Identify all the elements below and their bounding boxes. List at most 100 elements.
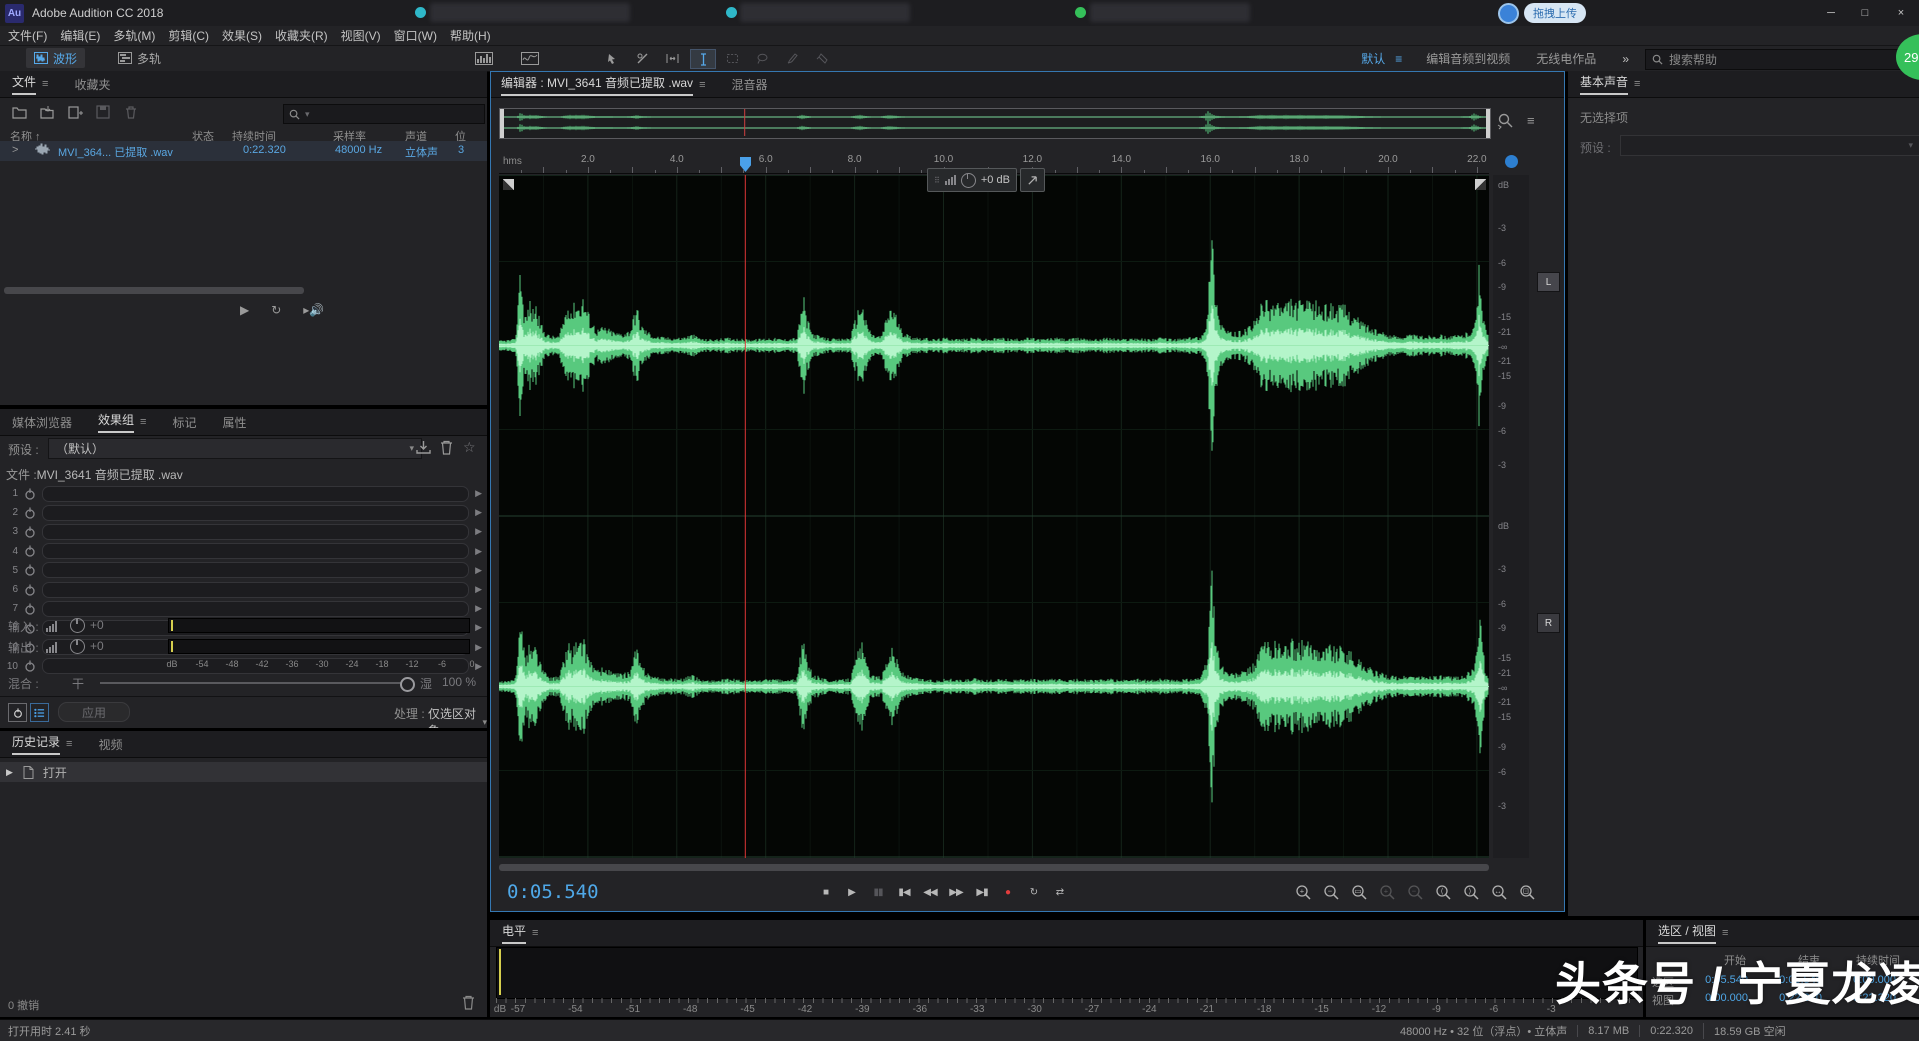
- workspace-current[interactable]: 默认: [1361, 50, 1385, 67]
- effect-slot-well[interactable]: [42, 486, 469, 502]
- waveform-scrollbar[interactable]: [499, 864, 1489, 871]
- tab-video[interactable]: 视频: [98, 736, 122, 753]
- effect-slot-well[interactable]: [42, 524, 469, 540]
- record-button[interactable]: ●: [995, 882, 1021, 902]
- files-horizontal-scrollbar[interactable]: [4, 287, 304, 294]
- panel-menu-icon[interactable]: ≡: [699, 79, 705, 91]
- zoom-full-icon[interactable]: ⊡: [1515, 882, 1540, 902]
- panel-menu-icon[interactable]: ≡: [1634, 78, 1640, 90]
- tab-markers[interactable]: 标记: [172, 414, 196, 431]
- favorite-star-icon[interactable]: ☆: [463, 439, 476, 456]
- effect-slot-well[interactable]: [42, 582, 469, 598]
- effect-slot-arrow[interactable]: ▶: [475, 488, 482, 499]
- spectral-frequency-icon[interactable]: [472, 49, 496, 67]
- navigator-right-handle[interactable]: [1486, 109, 1490, 138]
- time-display[interactable]: 0:05.540: [507, 881, 599, 903]
- tab-favorites[interactable]: 收藏夹: [74, 76, 110, 93]
- effect-slot-well[interactable]: [42, 543, 469, 559]
- volume-hud[interactable]: ⠿ +0 dB: [927, 168, 1045, 192]
- new-content-icon[interactable]: [68, 105, 85, 121]
- fade-out-handle[interactable]: [1475, 179, 1486, 190]
- zoom-selection-width-icon[interactable]: ↔: [1487, 882, 1512, 902]
- output-gain-knob[interactable]: [70, 639, 85, 654]
- drag-upload-button[interactable]: 拖拽上传: [1498, 3, 1586, 23]
- es-preset-dropdown[interactable]: ▾: [1620, 135, 1919, 156]
- paintbrush-selection-tool-icon[interactable]: [780, 49, 804, 67]
- move-tool-icon[interactable]: [600, 49, 624, 67]
- effect-slot-arrow[interactable]: ▶: [475, 565, 482, 576]
- close-button[interactable]: ×: [1888, 3, 1914, 23]
- delete-preset-icon[interactable]: [440, 440, 453, 455]
- play-button[interactable]: ▶: [839, 882, 865, 902]
- menu-item-3[interactable]: 多轨(M): [113, 27, 155, 44]
- apply-button[interactable]: 应用: [58, 702, 130, 722]
- workspace-item-2[interactable]: 无线电作品: [1536, 50, 1596, 67]
- workspace-item-1[interactable]: 编辑音频到视频: [1426, 50, 1510, 67]
- help-search-input[interactable]: 搜索帮助: [1645, 49, 1919, 70]
- workspace-menu-icon[interactable]: ≡: [1395, 52, 1402, 66]
- save-preset-icon[interactable]: [416, 440, 431, 455]
- tab-selection-view[interactable]: 选区 / 视图≡: [1658, 922, 1728, 944]
- fade-in-handle[interactable]: [503, 179, 514, 190]
- effect-power-icon[interactable]: [24, 603, 36, 615]
- panel-menu-icon[interactable]: ≡: [1722, 927, 1728, 939]
- waveform-view-button[interactable]: 波形: [26, 48, 85, 68]
- skip-selection-button[interactable]: ⇄: [1047, 882, 1073, 902]
- spot-healing-brush-tool-icon[interactable]: [810, 49, 834, 67]
- effect-slot-arrow[interactable]: ▶: [475, 507, 482, 518]
- minimize-button[interactable]: ─: [1818, 3, 1844, 23]
- effect-slot-5[interactable]: 5▶: [4, 562, 482, 579]
- effect-slot-arrow[interactable]: ▶: [475, 546, 482, 557]
- skip-to-start-button[interactable]: ▮◀: [891, 882, 917, 902]
- rack-power-button[interactable]: [8, 703, 27, 722]
- panel-menu-icon[interactable]: ≡: [140, 416, 146, 428]
- channel-left-button[interactable]: L: [1537, 272, 1560, 292]
- effect-power-icon[interactable]: [24, 507, 36, 519]
- preview-loop-button[interactable]: ↻: [271, 303, 281, 317]
- tab-media-browser[interactable]: 媒体浏览器: [12, 414, 72, 431]
- open-file-icon[interactable]: [12, 105, 29, 121]
- navigator-menu-icon[interactable]: ≡: [1527, 113, 1535, 128]
- preset-dropdown[interactable]: （默认） ▾: [48, 438, 422, 459]
- file-name[interactable]: MVI_364... 已提取 .wav: [58, 144, 173, 160]
- skip-to-end-button[interactable]: ▶▮: [969, 882, 995, 902]
- import-file-icon[interactable]: [40, 105, 57, 121]
- effect-power-icon[interactable]: [24, 564, 36, 576]
- effect-slot-1[interactable]: 1▶: [4, 485, 482, 502]
- preview-autoplay-button[interactable]: ▸🔊: [303, 303, 324, 317]
- tab-mixer[interactable]: 混音器: [731, 76, 767, 93]
- hud-pin-button[interactable]: [1020, 168, 1045, 192]
- zoom-to-selection-icon[interactable]: ▭: [1347, 882, 1372, 902]
- mix-slider-track[interactable]: [100, 682, 412, 684]
- menu-item-1[interactable]: 文件(F): [8, 27, 47, 44]
- hud-gain-knob[interactable]: [961, 173, 976, 188]
- effect-slot-6[interactable]: 6▶: [4, 581, 482, 598]
- menu-item-6[interactable]: 收藏夹(R): [275, 27, 328, 44]
- zoom-out-amplitude-icon[interactable]: −: [1403, 882, 1428, 902]
- tab-properties[interactable]: 属性: [222, 414, 246, 431]
- effect-power-icon[interactable]: [24, 660, 36, 672]
- panel-menu-icon[interactable]: ≡: [42, 78, 48, 90]
- headphone-toggle-icon[interactable]: [1505, 155, 1518, 168]
- panel-menu-icon[interactable]: ≡: [66, 738, 72, 750]
- menu-item-2[interactable]: 编辑(E): [60, 27, 100, 44]
- effect-slot-arrow[interactable]: ▶: [475, 603, 482, 614]
- effect-slot-well[interactable]: [42, 601, 469, 617]
- zoom-selection-right-icon[interactable]: ⟩: [1459, 882, 1484, 902]
- tab-history[interactable]: 历史记录≡: [12, 733, 72, 755]
- input-gain-knob[interactable]: [70, 618, 85, 633]
- rewind-button[interactable]: ◀◀: [917, 882, 943, 902]
- effect-slot-well[interactable]: [42, 505, 469, 521]
- process-dropdown[interactable]: 仅选区对象▾: [428, 705, 487, 728]
- zoom-reset-icon[interactable]: [1497, 112, 1515, 130]
- fast-forward-button[interactable]: ▶▶: [943, 882, 969, 902]
- playhead-marker[interactable]: [740, 157, 751, 172]
- overview-navigator[interactable]: [499, 108, 1491, 139]
- multitrack-view-button[interactable]: 多轨: [110, 48, 169, 68]
- preview-play-button[interactable]: ▶: [240, 303, 249, 317]
- maximize-button[interactable]: □: [1852, 3, 1878, 23]
- navigator-left-handle[interactable]: [500, 109, 504, 138]
- menu-item-4[interactable]: 剪辑(C): [168, 27, 209, 44]
- menu-item-9[interactable]: 帮助(H): [450, 27, 491, 44]
- zoom-in-amplitude-icon[interactable]: +: [1375, 882, 1400, 902]
